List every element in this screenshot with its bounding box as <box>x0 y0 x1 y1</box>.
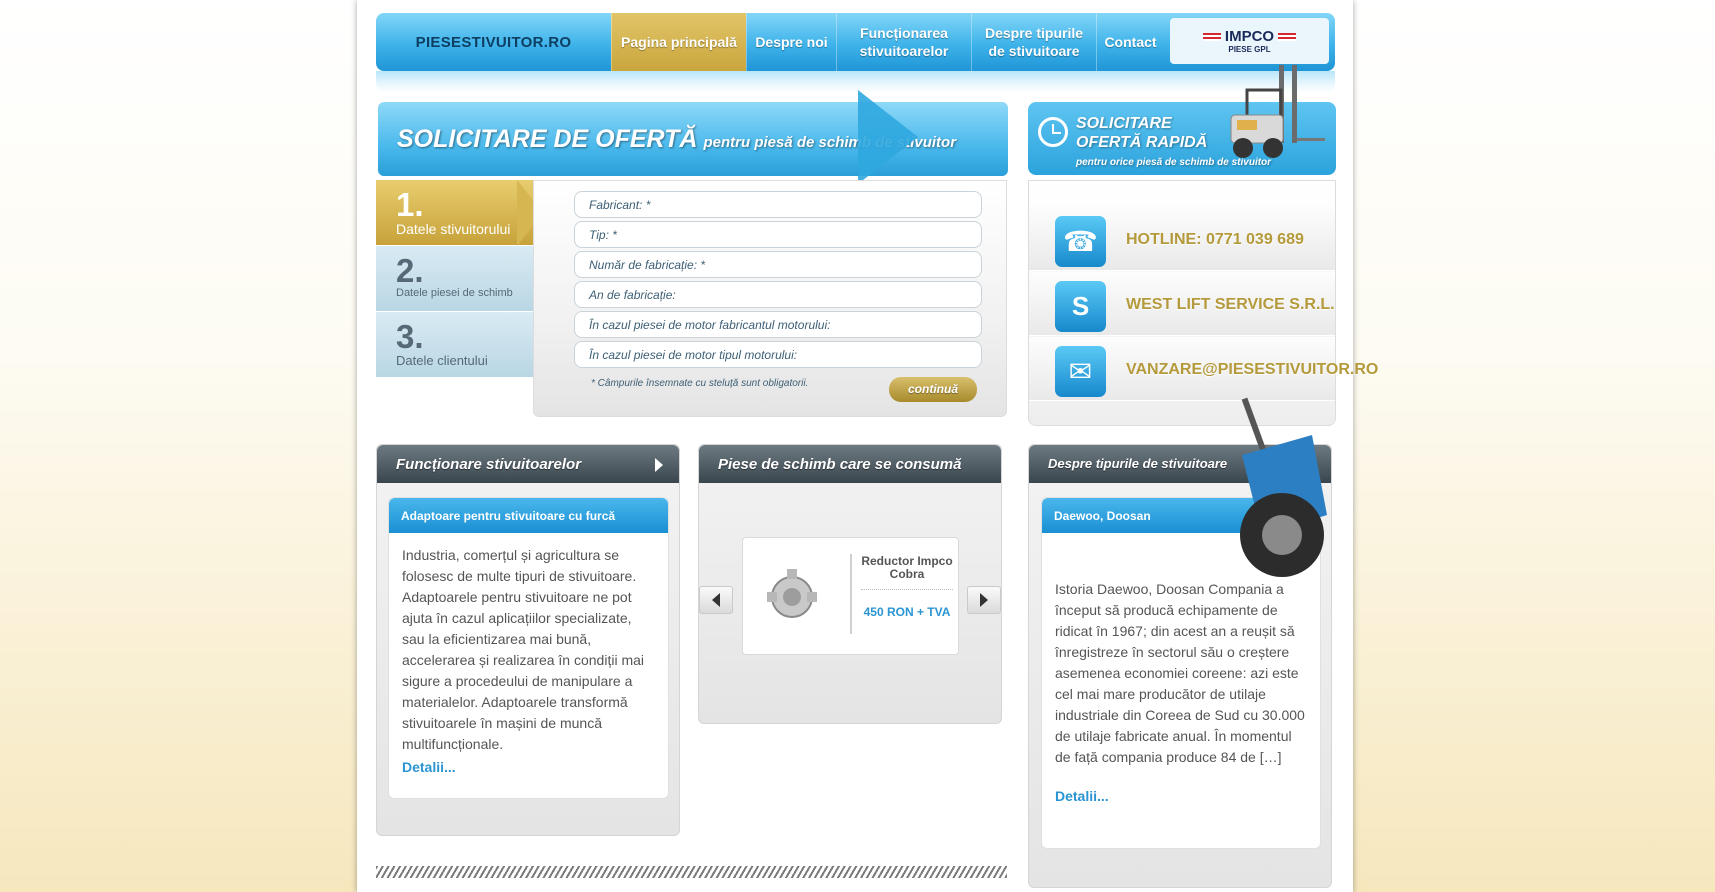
quick-offer-line1: SOLICITARE <box>1076 115 1172 132</box>
step-label: Datele stivuitorului <box>396 221 511 237</box>
carousel-prev-button[interactable] <box>699 586 733 614</box>
carousel-next-button[interactable] <box>967 586 1001 614</box>
serial-number-field[interactable]: Număr de fabricație: * <box>574 251 982 278</box>
manufacturer-field[interactable]: Fabricant: * <box>574 191 982 218</box>
form-steps: 1. Datele stivuitorului 2. Datele piesei… <box>376 180 536 378</box>
skype-icon: S <box>1055 281 1106 332</box>
step-1[interactable]: 1. Datele stivuitorului <box>376 180 536 246</box>
hotline-text: HOTLINE: 0771 039 689 <box>1126 231 1304 248</box>
nav-item-forklift-types[interactable]: Despre tipurile de stivuitoare <box>971 13 1096 71</box>
continue-button[interactable]: continuă <box>889 377 977 402</box>
nav-item-contact[interactable]: Contact <box>1096 13 1164 71</box>
step-number: 2. <box>396 252 424 289</box>
contact-box: ☎ HOTLINE: 0771 039 689 S WEST LIFT SERV… <box>1028 180 1378 426</box>
consumable-parts-panel: Piese de schimb care se consumă Reductor… <box>698 444 1002 724</box>
nav-item-home[interactable]: Pagina principală <box>611 13 746 71</box>
forklift-operation-panel: Funcționare stivuitoarelor Adaptoare pen… <box>376 444 680 836</box>
banner-title: SOLICITARE DE OFERTĂ <box>397 124 698 153</box>
banner-subtitle: pentru piesă de schimb de stivuitor <box>703 133 957 151</box>
engine-type-field[interactable]: În cazul piesei de motor tipul motorului… <box>574 341 982 368</box>
article-excerpt: Istoria Daewoo, Doosan Compania a începu… <box>1055 581 1305 765</box>
step-label: Datele piesei de schimb <box>396 287 513 299</box>
decorative-stripes <box>376 866 1007 878</box>
panel-title[interactable]: Funcționare stivuitoarelor <box>377 445 679 483</box>
main-navigation: PIESESTIVUITOR.RO Pagina principală Desp… <box>376 13 1335 71</box>
details-link[interactable]: Detalii... <box>389 759 668 775</box>
article-card: Adaptoare pentru stivuitoare cu furcă In… <box>388 497 669 799</box>
engine-manufacturer-field[interactable]: În cazul piesei de motor fabricantul mot… <box>574 311 982 338</box>
manufacture-year-field[interactable]: An de fabricație: <box>574 281 982 308</box>
offer-form: Fabricant: * Tip: * Număr de fabricație:… <box>533 180 1007 417</box>
forklift-wheel-icon <box>1240 397 1327 577</box>
step-3[interactable]: 3. Datele clientului <box>376 312 536 378</box>
product-card[interactable]: Reductor Impco Cobra 450 RON + TVA <box>742 537 959 655</box>
flag-stripe-icon <box>1202 32 1221 41</box>
clock-icon <box>1038 117 1068 147</box>
phone-icon: ☎ <box>1055 216 1106 267</box>
nav-shadow <box>376 71 1335 93</box>
nav-item-about[interactable]: Despre noi <box>746 13 836 71</box>
panel-title: Piese de schimb care se consumă <box>699 445 1001 483</box>
banner-arrow-icon <box>858 90 918 184</box>
quick-offer-title: SOLICITARE OFERTĂ RAPIDĂ <box>1076 114 1207 152</box>
article-excerpt: Industria, comerțul și agricultura se fo… <box>402 547 644 752</box>
required-fields-note: * Câmpurile însemnate cu steluță sunt ob… <box>591 378 809 389</box>
brand-name: IMPCO <box>1224 28 1275 45</box>
page-container: PIESESTIVUITOR.RO Pagina principală Desp… <box>357 0 1378 892</box>
details-link[interactable]: Detalii... <box>1042 788 1320 804</box>
product-name: Reductor Impco Cobra <box>861 555 953 590</box>
product-divider <box>850 554 852 634</box>
step-number: 1. <box>396 186 424 223</box>
brand-subtitle: PIESE GPL <box>1228 45 1271 54</box>
site-logo[interactable]: PIESESTIVUITOR.RO <box>376 13 611 71</box>
impco-brand-logo[interactable]: IMPCO PIESE GPL <box>1170 18 1329 64</box>
quick-offer-line2: OFERTĂ RAPIDĂ <box>1076 134 1208 151</box>
product-price: 450 RON + TVA <box>863 605 951 619</box>
panel-title-text: Funcționare stivuitoarelor <box>396 456 582 473</box>
regulator-part-image <box>767 569 817 618</box>
arrow-right-icon[interactable] <box>655 458 663 472</box>
step-number: 3. <box>396 318 424 355</box>
contact-row-phone[interactable]: ☎ HOTLINE: 0771 039 689 <box>1029 207 1335 271</box>
type-field[interactable]: Tip: * <box>574 221 982 248</box>
step-2[interactable]: 2. Datele piesei de schimb <box>376 246 536 312</box>
nav-item-forklift-operation[interactable]: Funcționarea stivuitoarelor <box>836 13 971 71</box>
email-text: VANZARE@PIESESTIVUITOR.RO <box>1126 361 1379 378</box>
contact-row-email[interactable]: ✉ VANZARE@PIESESTIVUITOR.RO <box>1029 337 1378 401</box>
company-text: WEST LIFT SERVICE S.R.L. <box>1126 296 1335 313</box>
article-title[interactable]: Adaptoare pentru stivuitoare cu furcă <box>389 498 668 533</box>
mail-icon: ✉ <box>1055 346 1106 397</box>
flag-stripe-icon <box>1278 32 1297 41</box>
arrow-left-icon <box>712 593 720 607</box>
contact-row-skype[interactable]: S WEST LIFT SERVICE S.R.L. <box>1029 272 1335 336</box>
arrow-right-icon <box>980 593 988 607</box>
step-label: Datele clientului <box>396 353 488 368</box>
forklift-icon <box>1230 65 1325 158</box>
